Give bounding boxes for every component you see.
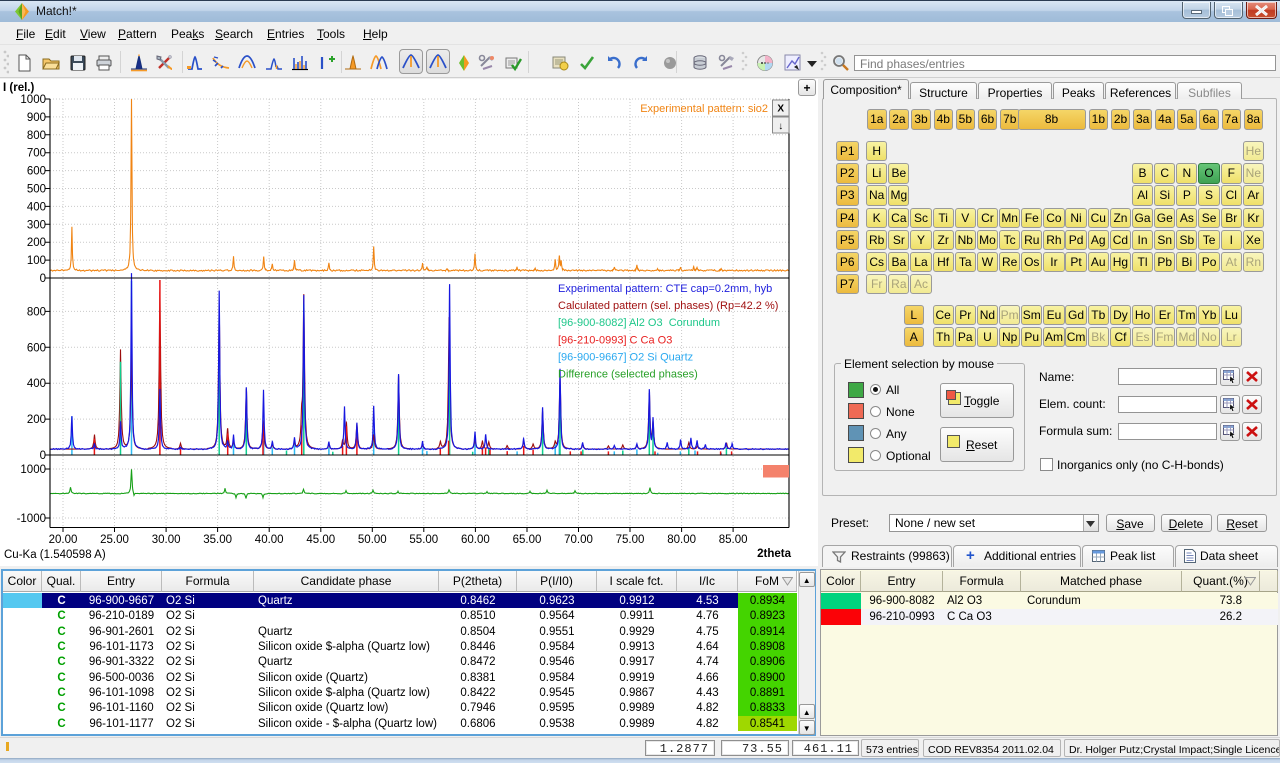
svg-text:200: 200 <box>27 237 46 249</box>
svg-text:[96-900-8082] Al2 O3 Corundum: [96-900-8082] Al2 O3 Corundum <box>558 317 720 329</box>
svg-text:-1000: -1000 <box>17 513 46 525</box>
svg-text:0: 0 <box>40 273 46 285</box>
svg-text:40.00: 40.00 <box>255 534 284 546</box>
svg-text:1000: 1000 <box>20 464 46 476</box>
svg-text:I (rel.): I (rel.) <box>3 82 34 94</box>
svg-text:100: 100 <box>27 255 46 267</box>
svg-text:[96-210-0993] C Ca O3: [96-210-0993] C Ca O3 <box>558 334 672 346</box>
svg-text:2theta: 2theta <box>757 548 791 560</box>
svg-text:600: 600 <box>27 342 46 354</box>
svg-text:70.00: 70.00 <box>564 534 593 546</box>
svg-text:55.00: 55.00 <box>409 534 438 546</box>
svg-text:900: 900 <box>27 112 46 124</box>
svg-text:1000: 1000 <box>20 94 46 106</box>
svg-text:45.00: 45.00 <box>306 534 335 546</box>
svg-text:20.00: 20.00 <box>49 534 78 546</box>
svg-text:[96-900-9667] O2 Si Quartz: [96-900-9667] O2 Si Quartz <box>558 351 693 363</box>
svg-text:Cu-Ka (1.540598 A): Cu-Ka (1.540598 A) <box>4 549 106 561</box>
svg-text:200: 200 <box>27 414 46 426</box>
svg-text:400: 400 <box>27 201 46 213</box>
svg-text:Experimental pattern: sio2: Experimental pattern: sio2 <box>640 103 768 115</box>
svg-text:30.00: 30.00 <box>152 534 181 546</box>
svg-text:↓: ↓ <box>778 121 783 132</box>
svg-text:500: 500 <box>27 184 46 196</box>
svg-text:25.00: 25.00 <box>100 534 129 546</box>
svg-text:65.00: 65.00 <box>513 534 542 546</box>
svg-text:X: X <box>777 104 784 115</box>
svg-text:0: 0 <box>40 450 46 462</box>
svg-text:600: 600 <box>27 166 46 178</box>
svg-text:85.00: 85.00 <box>719 534 748 546</box>
svg-text:800: 800 <box>27 130 46 142</box>
svg-text:80.00: 80.00 <box>667 534 696 546</box>
svg-text:35.00: 35.00 <box>203 534 232 546</box>
svg-text:50.00: 50.00 <box>358 534 387 546</box>
svg-text:400: 400 <box>27 378 46 390</box>
svg-text:800: 800 <box>27 306 46 318</box>
svg-text:Experimental pattern: CTE cap=: Experimental pattern: CTE cap=0.2mm, hyb <box>558 283 772 295</box>
svg-text:60.00: 60.00 <box>461 534 490 546</box>
svg-text:75.00: 75.00 <box>616 534 645 546</box>
svg-text:700: 700 <box>27 148 46 160</box>
svg-text:Calculated pattern (sel. phase: Calculated pattern (sel. phases) (Rp=42.… <box>558 300 778 312</box>
svg-text:300: 300 <box>27 219 46 231</box>
svg-text:Difference (selected phases): Difference (selected phases) <box>558 369 698 381</box>
